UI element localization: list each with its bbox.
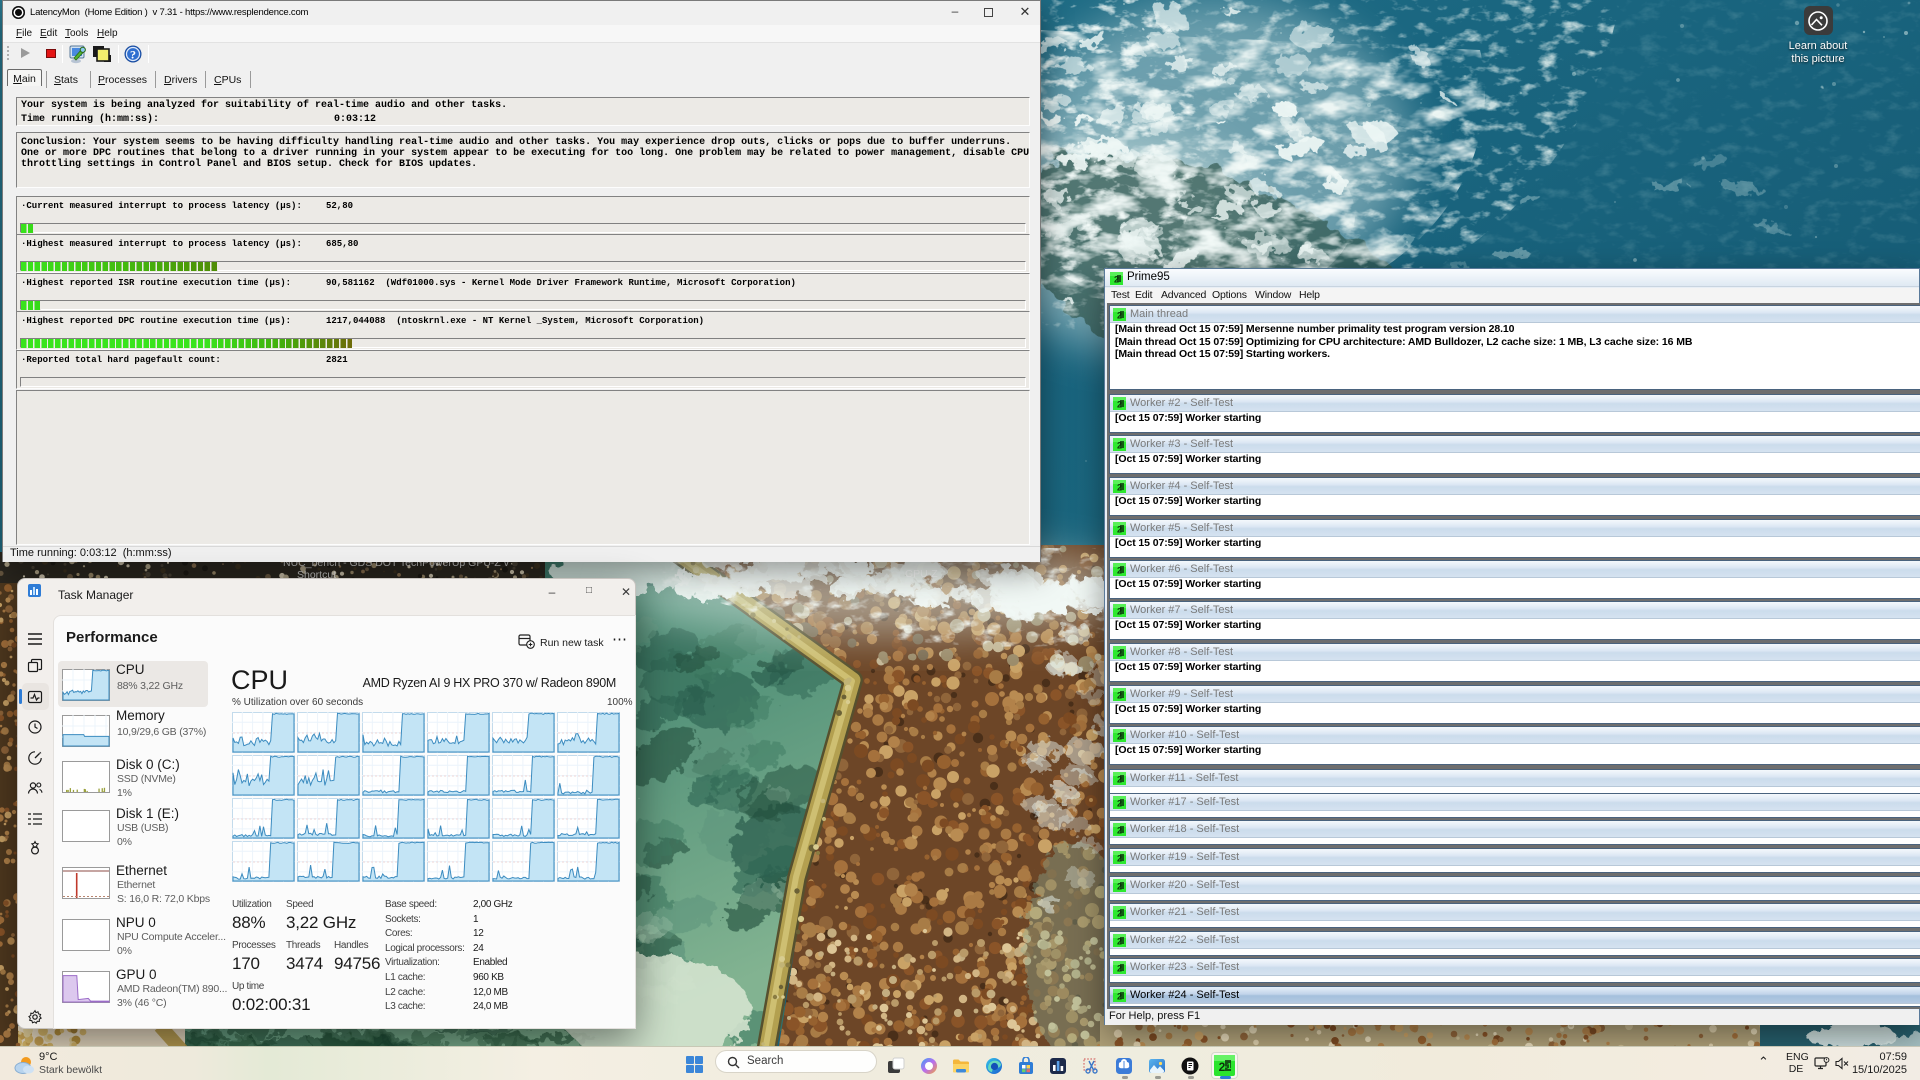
svg-text:?: ? (130, 48, 136, 62)
svg-text:GPU-Z: GPU-Z (905, 568, 938, 580)
svg-text:-1: -1 (1224, 1062, 1232, 1071)
